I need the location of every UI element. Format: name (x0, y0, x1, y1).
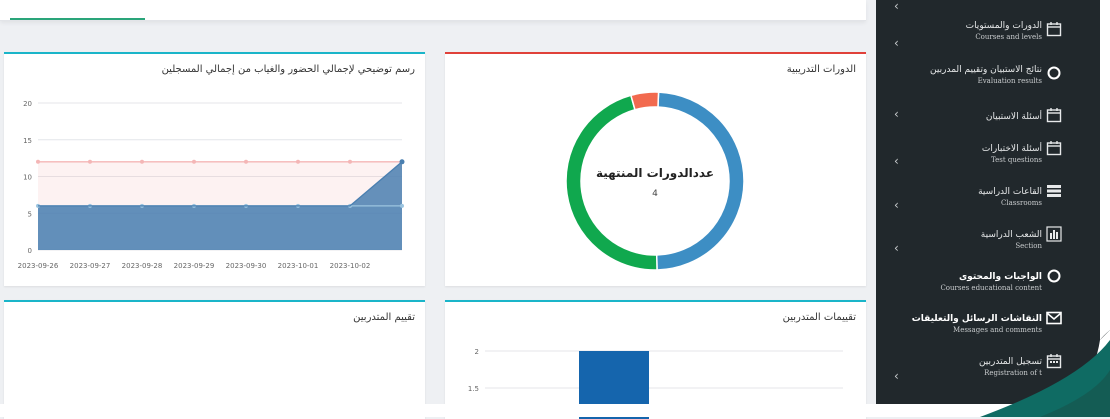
sidebar-item-test-questions[interactable]: أسئلة الاختبارات Test questions (862, 139, 1062, 165)
chevron-left-icon[interactable]: ‹ (894, 0, 904, 12)
sidebar-item-sublabel: Section (1015, 242, 1042, 250)
sidebar-item-label: النقاشات الرسائل والتعليقات (911, 314, 1042, 324)
calendar-icon (1046, 141, 1062, 156)
attendance-area-chart: 0 5 10 15 20 2023-09-26 2023-09-27 2023-09-28 20… (18, 100, 405, 270)
sidebar-item-sublabel: Messages and comments (953, 326, 1042, 334)
courses-donut-panel: الدورات التدريبية عددالدورات المنتهية 4 (445, 52, 866, 286)
top-bar (0, 0, 866, 21)
donut-center-title: عددالدورات المنتهية (596, 166, 714, 181)
chevron-left-icon[interactable]: ‹ (894, 370, 904, 382)
sidebar-item-messages-comments[interactable]: النقاشات الرسائل والتعليقات Messages and… (862, 309, 1062, 335)
x-tick-label: 2023-09-26 (18, 262, 59, 270)
donut-slice (565, 94, 658, 271)
sidebar-item-sublabel: Evaluation results (977, 77, 1042, 85)
y-tick-label: 15 (23, 137, 32, 145)
data-point (192, 159, 196, 164)
data-point (296, 159, 300, 164)
chevron-left-icon[interactable]: ‹ (894, 199, 904, 211)
classroom-icon (1047, 185, 1061, 197)
trainee-evaluation-title: تقييم المتدربين (353, 312, 415, 323)
data-point (244, 159, 248, 164)
y-tick-label: 2 (475, 348, 479, 356)
data-point (399, 159, 405, 165)
chevron-left-icon[interactable]: ‹ (894, 108, 904, 120)
y-tick-label: 1.5 (468, 385, 479, 393)
data-point (140, 159, 144, 164)
x-tick-label: 2023-10-02 (330, 262, 371, 270)
x-tick-label: 2023-09-30 (226, 262, 267, 270)
sidebar-item-label: نتائج الاستبيان وتقييم المدربين (930, 65, 1042, 75)
trainee-ratings-panel: تقييمات المتدربين 1.5 2 (445, 300, 866, 419)
data-point (348, 159, 352, 164)
sidebar-item-label: الدورات والمستويات (965, 21, 1042, 31)
x-tick-label: 2023-10-01 (278, 262, 319, 270)
donut-center-value: 4 (652, 189, 658, 199)
sidebar-item-sublabel: Classrooms (1001, 199, 1042, 207)
trainee-evaluation-panel: تقييم المتدربين (4, 300, 425, 419)
courses-donut-chart: عددالدورات المنتهية 4 (565, 91, 745, 271)
x-tick-label: 2023-09-28 (122, 262, 163, 270)
trainee-ratings-bar-chart: 1.52 (468, 348, 843, 419)
envelope-icon (1046, 311, 1062, 325)
x-tick-label: 2023-09-27 (70, 262, 111, 270)
y-tick-label: 10 (23, 174, 32, 182)
sidebar-item-evaluation-results[interactable]: نتائج الاستبيان وتقييم المدربين Evaluati… (862, 64, 1062, 86)
sidebar-item-survey-questions[interactable]: أسئلة الاستبيان (862, 106, 1062, 123)
sidebar-item-label: تسجيل المتدربين (978, 357, 1042, 367)
y-tick-label: 20 (23, 100, 32, 108)
sidebar-item-sublabel: Registration of t (984, 369, 1042, 377)
chevron-left-icon[interactable]: ‹ (894, 242, 904, 254)
data-point (36, 159, 40, 164)
data-point (88, 159, 92, 164)
sidebar-item-trainee-registration[interactable]: تسجيل المتدربين Registration of t (862, 352, 1062, 378)
sidebar-item-courses-levels[interactable]: الدورات والمستويات Courses and levels (862, 20, 1062, 42)
bar-chart-icon (1046, 226, 1062, 242)
chevron-left-icon[interactable]: ‹ (894, 37, 904, 49)
sidebar-item-label: أسئلة الاختبارات (981, 144, 1042, 154)
sidebar-item-educational-content[interactable]: الواجبات والمحتوى Courses educational co… (862, 267, 1062, 293)
sidebar-item-label: الشعب الدراسية (980, 230, 1042, 240)
calendar-icon (1046, 354, 1062, 369)
sidebar-scrollbar[interactable] (1102, 0, 1108, 60)
calendar-icon (1046, 22, 1062, 37)
sidebar-item-sublabel: Courses and levels (975, 33, 1042, 41)
bar (579, 351, 649, 419)
y-tick-label: 5 (28, 210, 32, 218)
chevron-left-icon[interactable]: ‹ (894, 155, 904, 167)
sidebar-item-label: أسئلة الاستبيان (985, 112, 1042, 122)
sidebar-item-section[interactable]: الشعب الدراسية Section (862, 225, 1062, 251)
sidebar-item-sublabel: Test questions (991, 156, 1042, 164)
donut-slice (655, 91, 745, 271)
sidebar-item-label: القاعات الدراسية (978, 187, 1042, 197)
x-tick-label: 2023-09-29 (174, 262, 215, 270)
sidebar-item-classrooms[interactable]: القاعات الدراسية Classrooms (862, 182, 1062, 208)
sidebar-item-label: الواجبات والمحتوى (958, 272, 1042, 282)
circle-icon (1047, 66, 1061, 80)
top-bar-accent (10, 18, 145, 20)
calendar-icon (1046, 108, 1062, 123)
circle-icon (1047, 269, 1061, 283)
data-point (400, 203, 404, 208)
donut-slice (629, 91, 660, 111)
sidebar-item-sublabel: Courses educational content (940, 284, 1042, 292)
y-tick-label: 0 (28, 247, 32, 255)
attendance-chart-panel: رسم توضيحي لإجمالي الحضور والغياب من إجم… (4, 52, 425, 286)
